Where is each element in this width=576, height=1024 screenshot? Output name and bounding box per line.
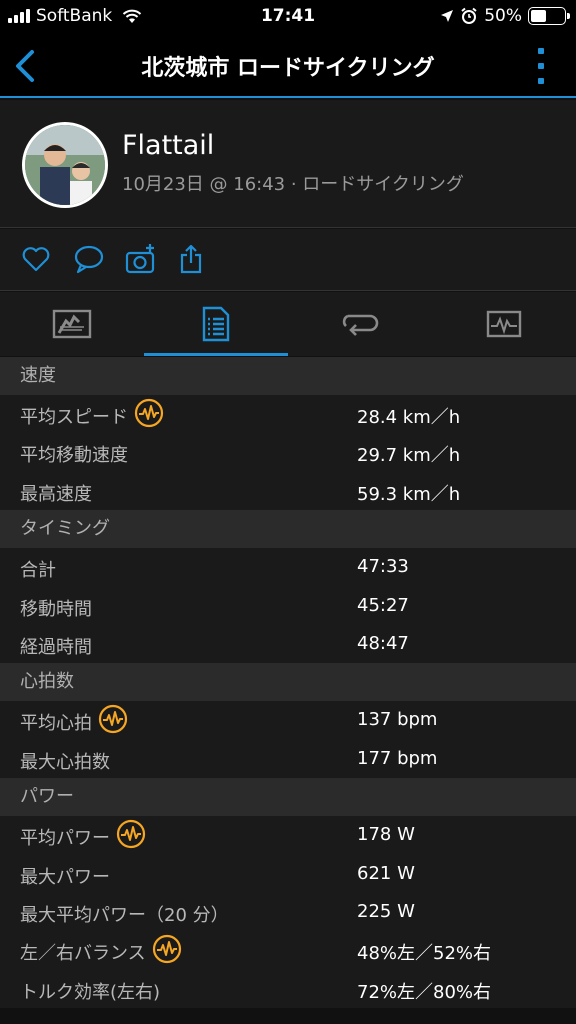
stat-label: トルク効率(左右) [20,978,160,1004]
stat-value: 137 bpm [357,709,438,731]
stat-row: 最大心拍数 177 bpm [0,739,576,779]
status-bar: SoftBank 17:41 50% [0,0,576,34]
stat-value: 178 W [357,824,415,846]
page-title: 北茨城市 ロードサイクリング [141,56,435,81]
stat-label-text: 平均パワー [20,828,110,850]
stat-row: 経過時間 48:47 [0,624,576,664]
stat-label-text: 最高速度 [20,483,92,505]
stat-row: 最大平均パワー（20 分） 225 W [0,892,576,932]
stat-label: 左／右バランス [20,935,182,965]
user-name[interactable]: Flattail [122,130,214,161]
stat-value: 621 W [357,862,415,884]
stat-value: 59.3 km／h [357,483,461,505]
tab-laps[interactable] [288,292,432,356]
heart-icon[interactable] [20,243,52,275]
stat-label-text: 経過時間 [20,636,92,658]
chart-icon [486,310,522,338]
stat-label-text: 平均スピード [20,407,128,428]
nav-bar: 北茨城市 ロードサイクリング [0,34,576,98]
tab-bar [0,292,576,356]
stat-label-text: 最大心拍数 [20,751,110,773]
stats-list: 速度平均スピード 28.4 km／h 平均移動速度 29.7 km／h 最高速度 59.3… [0,357,576,1009]
section-header: パワー [0,778,576,817]
more-options-icon[interactable] [536,48,546,84]
stat-value: 48:47 [357,632,409,654]
tab-stats[interactable] [144,292,288,356]
activity-meta: 10月23日 @ 16:43 · ロードサイクリング [122,174,464,195]
stat-label: 平均移動速度 [20,441,128,467]
stat-row: 左／右バランス 48%左／52%右 [0,931,576,970]
alarm-icon [461,7,477,24]
stat-label: 最高速度 [20,480,92,506]
tab-charts[interactable] [432,292,576,356]
stat-value: 48%左／52%右 [357,943,492,965]
stat-label-text: 最大平均パワー（20 分） [20,904,229,926]
stat-value: 28.4 km／h [357,407,461,428]
stat-label-text: 合計 [20,560,56,582]
stat-label: 合計 [20,556,56,582]
battery-icon [528,7,570,25]
stat-row: 最大パワー 621 W [0,854,576,893]
stat-label: 経過時間 [20,633,92,659]
stat-label-text: 左／右バランス [20,943,146,965]
stats-list-icon [202,306,230,342]
stat-label: 最大平均パワー（20 分） [20,901,229,927]
activity-header: Flattail 10月23日 @ 16:43 · ロードサイクリング [0,100,576,228]
stat-row: 平均心拍 137 bpm [0,701,576,740]
avatar[interactable] [22,122,108,208]
tab-map[interactable] [0,292,144,356]
section-header: 速度 [0,357,576,395]
location-icon [441,10,454,22]
stat-label: 平均スピード [20,398,164,429]
stat-row: 移動時間 45:27 [0,586,576,625]
performance-badge-icon[interactable] [152,934,182,964]
stat-value: 72%左／80%右 [357,981,492,1003]
performance-badge-icon[interactable] [116,819,146,849]
stat-row: 平均スピード 28.4 km／h [0,395,576,434]
camera-add-icon[interactable] [125,243,157,275]
stat-label-text: 平均心拍 [20,713,92,735]
stat-value: 177 bpm [357,747,438,769]
stat-label-text: 平均移動速度 [20,445,128,467]
performance-badge-icon[interactable] [134,398,164,428]
stat-value: 47:33 [357,556,409,578]
share-icon[interactable] [177,243,209,275]
stat-label-text: 最大パワー [20,866,110,888]
stat-row: 平均パワー 178 W [0,816,576,855]
laps-icon [342,314,379,336]
stat-row: 平均移動速度 29.7 km／h [0,433,576,472]
stat-label: 平均パワー [20,820,146,850]
comment-icon[interactable] [73,243,105,275]
stat-row: トルク効率(左右) 72%左／80%右 [0,969,576,1009]
back-chevron-icon[interactable] [8,46,48,86]
battery-percent: 50% [484,6,522,26]
performance-badge-icon[interactable] [98,704,128,734]
section-header: 心拍数 [0,663,576,702]
stat-value: 45:27 [357,594,409,616]
stat-label-text: トルク効率(左右) [20,981,161,1003]
stat-label: 移動時間 [20,595,92,621]
stat-row: 合計 47:33 [0,548,576,587]
stat-value: 225 W [357,900,415,922]
stat-value: 29.7 km／h [357,445,461,467]
map-icon [52,309,92,339]
stat-label: 最大心拍数 [20,748,110,774]
stat-label: 最大パワー [20,863,110,889]
action-row [0,229,576,291]
stat-label: 平均心拍 [20,705,128,735]
stat-row: 最高速度 59.3 km／h [0,471,576,511]
stat-label-text: 移動時間 [20,598,92,620]
section-header: タイミング [0,510,576,549]
